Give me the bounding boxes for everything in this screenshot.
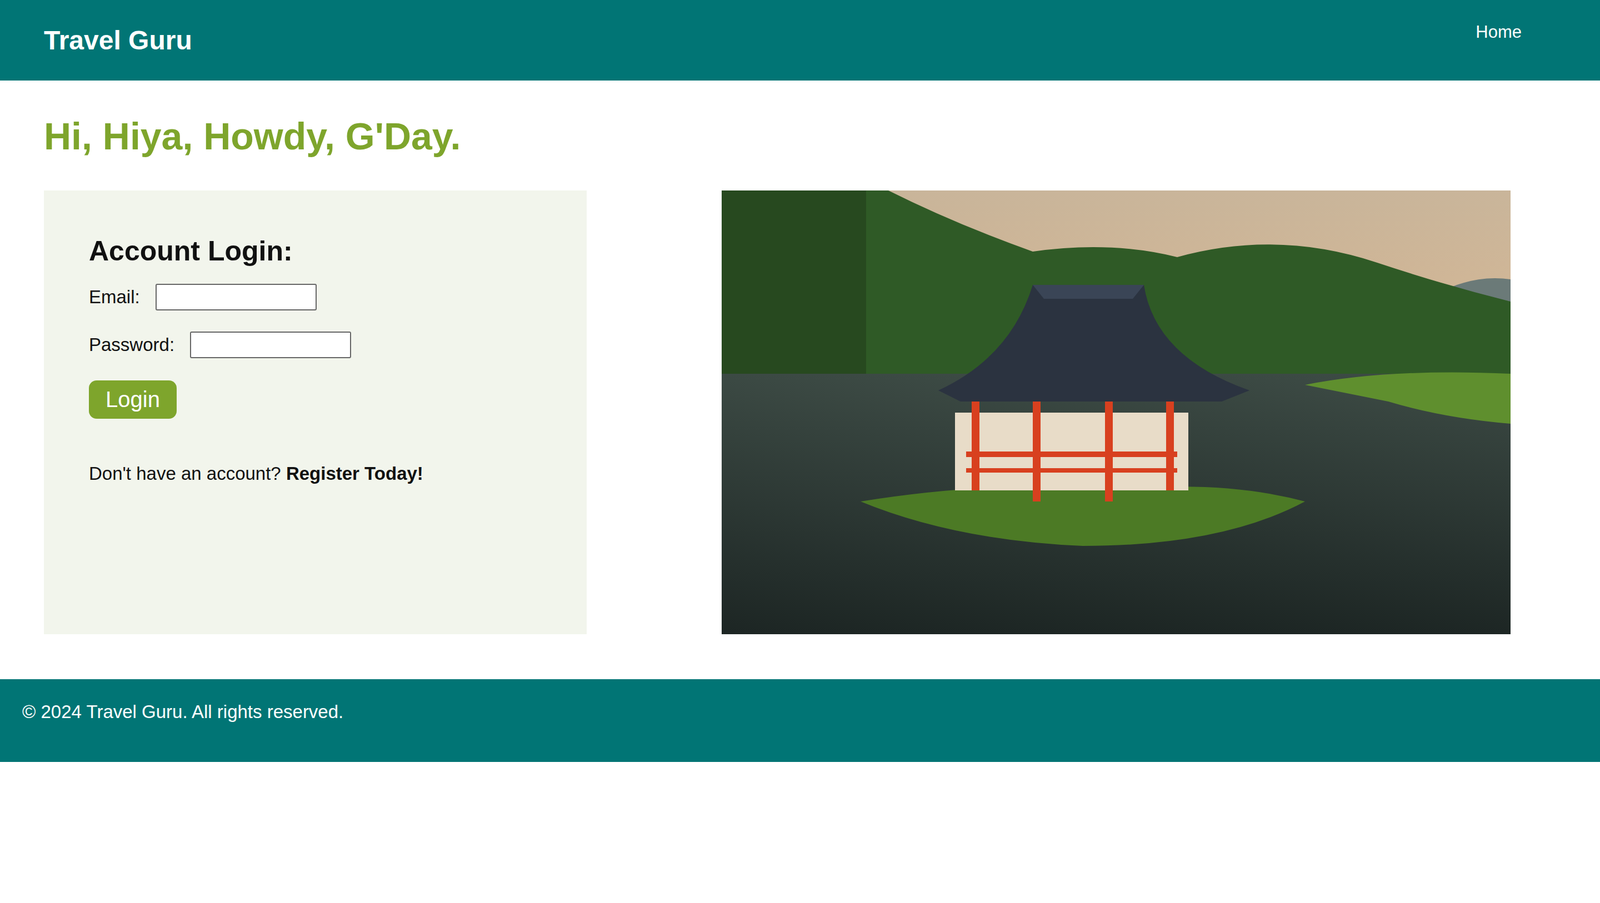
register-prompt: Don't have an account? <box>88 463 282 484</box>
login-title: Account Login: <box>88 235 542 268</box>
greeting-heading: Hi, Hiya, Howdy, G'Day. <box>0 80 1600 191</box>
field-label: Password: <box>88 334 175 356</box>
login-panel: Account Login: Email: Password: Login Don't … <box>43 190 587 635</box>
pavilion-photo <box>721 190 1511 635</box>
nav-link[interactable]: Home <box>1475 22 1522 43</box>
top-bar: Travel Guru Home <box>0 0 1600 81</box>
form-row: Email: <box>88 283 542 311</box>
field-label: Email: <box>88 286 140 308</box>
form-row: Password: <box>88 331 542 359</box>
login-button[interactable]: Login <box>88 380 177 419</box>
content-area: Account Login: Email: Password: Login Don't … <box>0 190 1600 635</box>
nav-bar: Home <box>1475 0 1522 43</box>
copyright-text: © 2024 Travel Guru. All rights reserved. <box>22 701 344 723</box>
password-input[interactable] <box>190 331 352 359</box>
register-line: Don't have an account? Register Today! <box>88 463 542 485</box>
page-footer: © 2024 Travel Guru. All rights reserved. <box>0 679 1600 763</box>
email-input[interactable] <box>155 283 317 311</box>
register-link[interactable]: Register Today! <box>286 463 424 484</box>
brand-logo[interactable]: Travel Guru <box>43 25 193 56</box>
